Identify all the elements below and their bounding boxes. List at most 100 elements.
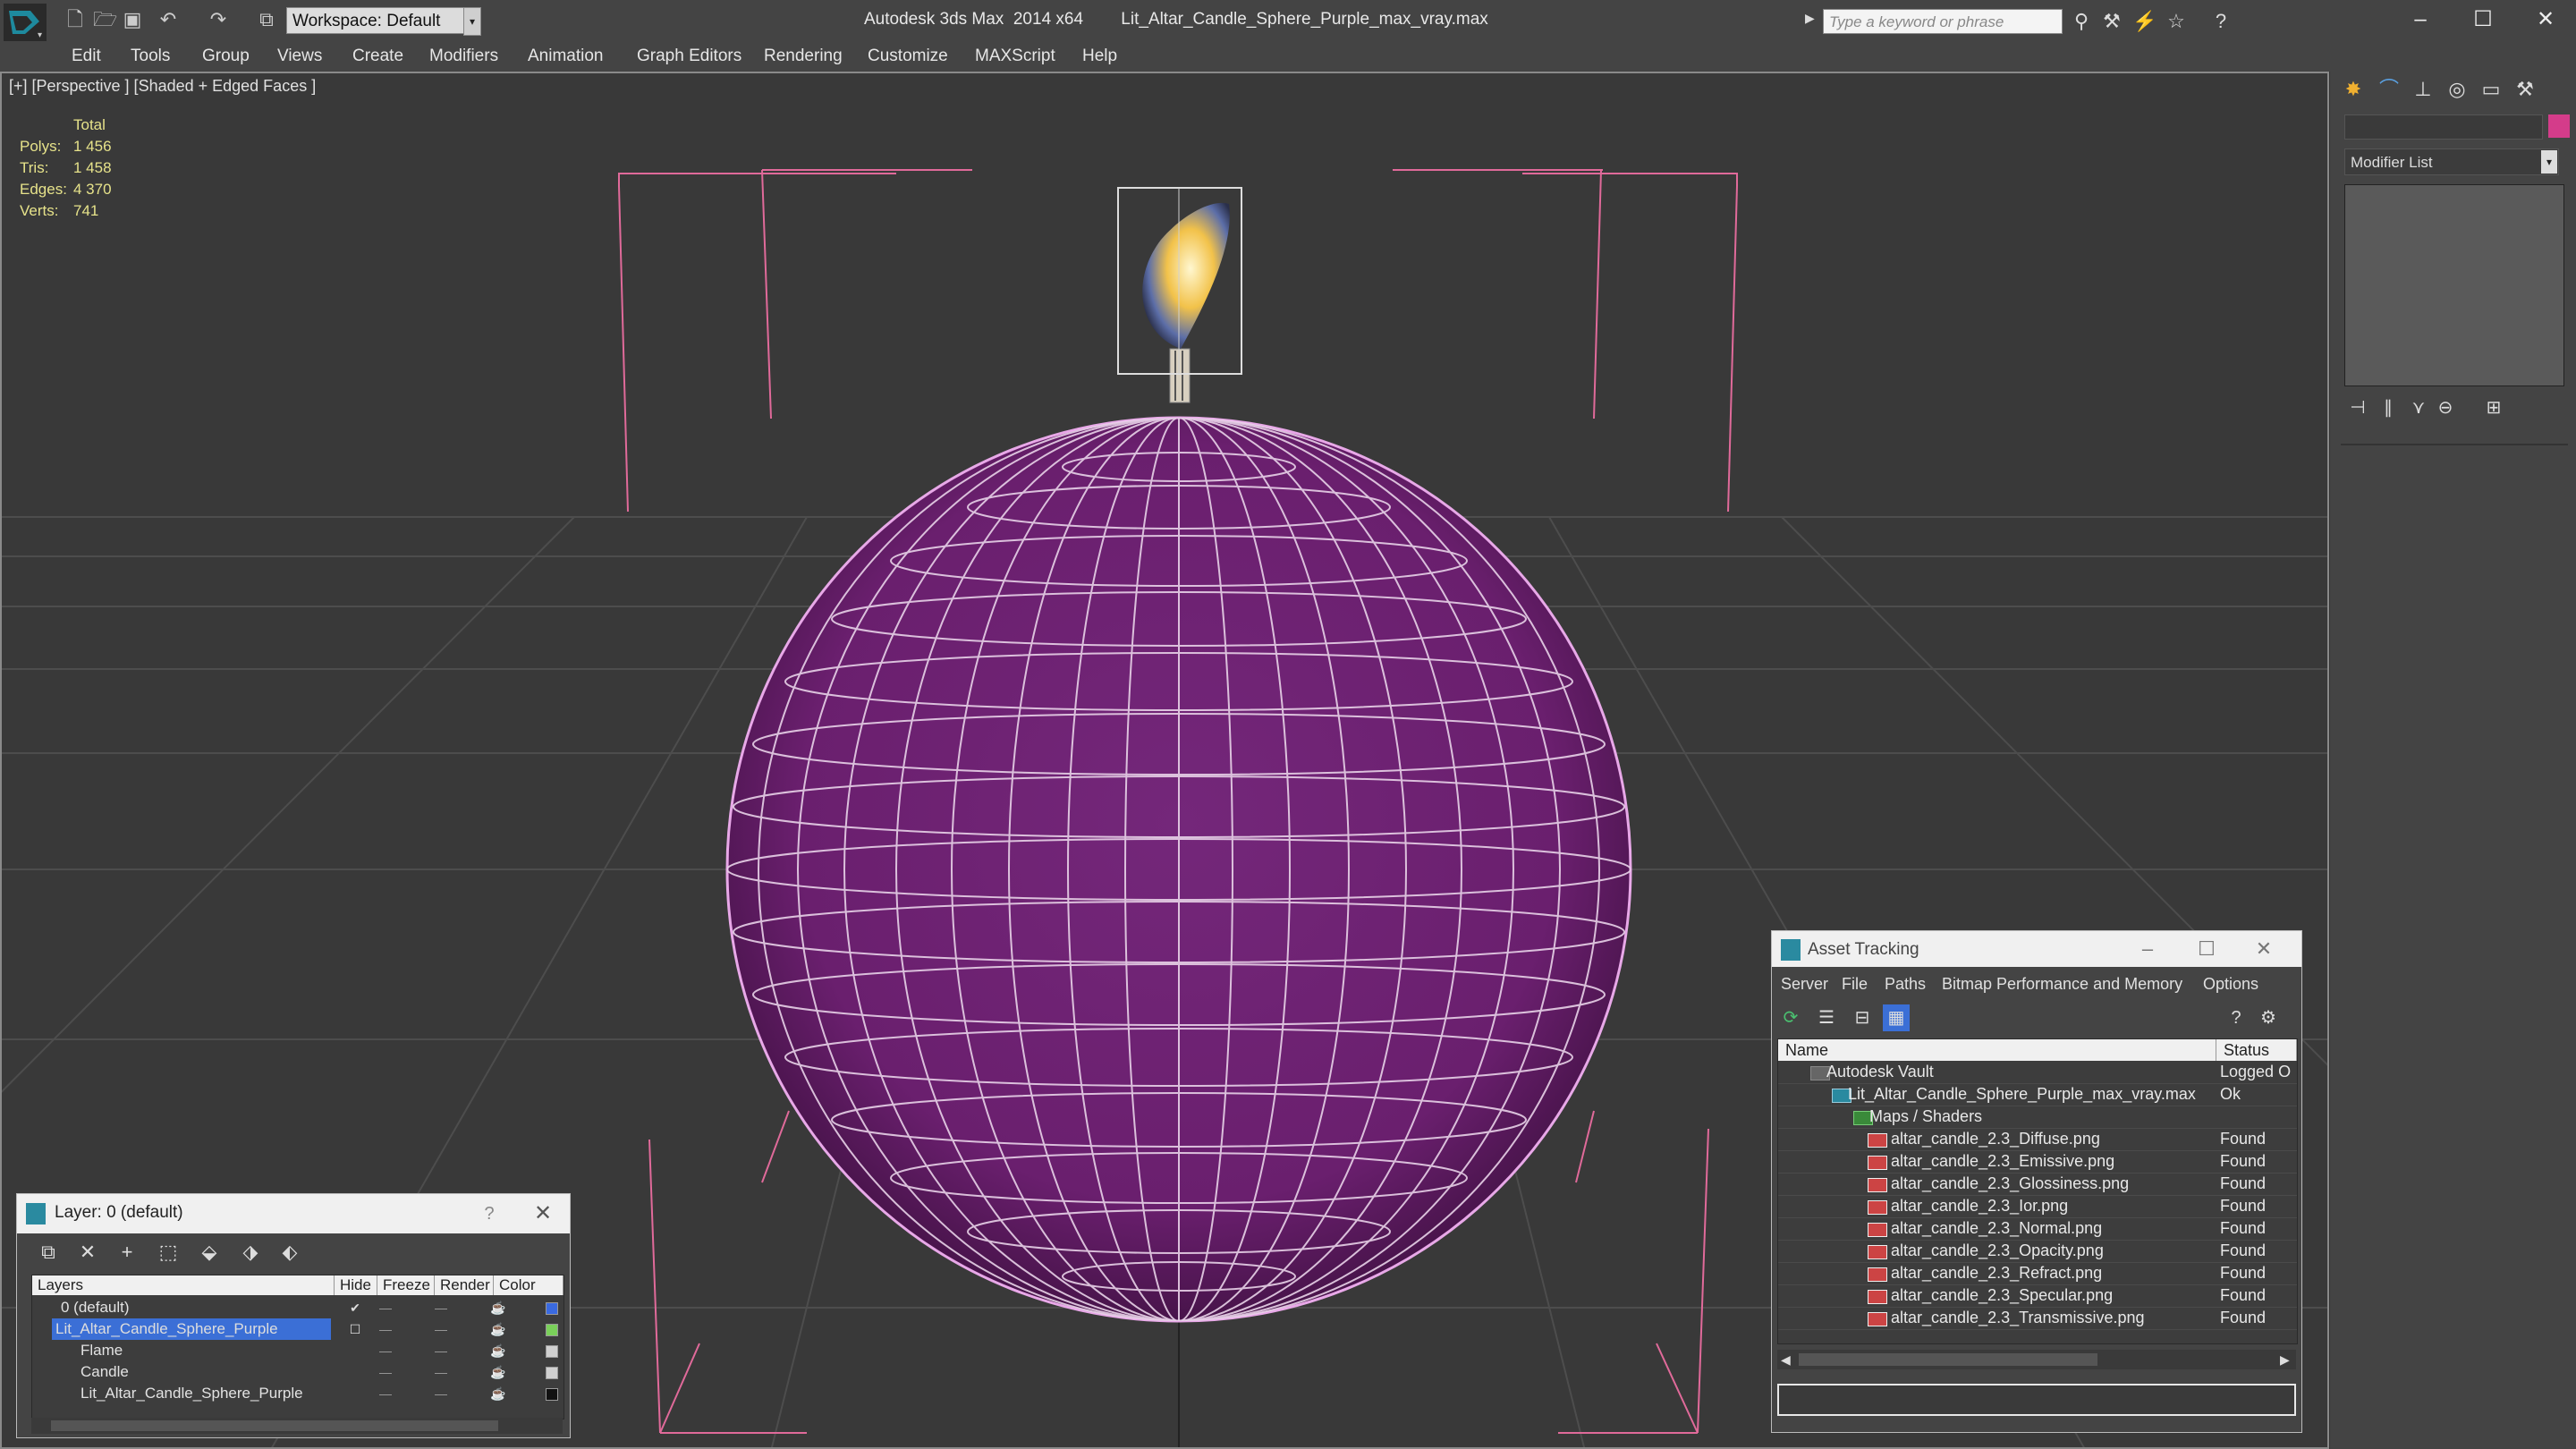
asset-close-icon[interactable]: ✕ xyxy=(2246,935,2282,963)
layer-window-titlebar[interactable]: Layer: 0 (default) ? ✕ xyxy=(17,1194,570,1233)
project-folder-icon[interactable]: ⧉ xyxy=(256,9,277,30)
asset-row[interactable]: altar_candle_2.3_Ior.png Found xyxy=(1778,1195,2297,1218)
modifier-list-arrow[interactable]: ▾ xyxy=(2541,150,2557,174)
binoculars-icon[interactable]: ⚲ xyxy=(2070,11,2093,32)
show-end-result-icon[interactable]: ∥ xyxy=(2375,395,2402,420)
column-layers[interactable]: Layers xyxy=(32,1275,335,1295)
asset-path-field[interactable] xyxy=(1777,1384,2296,1416)
asset-horizontal-scrollbar[interactable]: ◀ ▶ xyxy=(1777,1350,2296,1369)
layer-name[interactable]: Flame xyxy=(77,1340,336,1361)
object-name-field[interactable] xyxy=(2344,114,2543,140)
display-tab-icon[interactable]: ▭ xyxy=(2473,73,2509,106)
freeze-toggle[interactable]: — xyxy=(428,1297,454,1318)
menu-maxscript[interactable]: MAXScript xyxy=(975,41,1055,72)
menu-views[interactable]: Views xyxy=(277,41,322,72)
modifier-stack[interactable] xyxy=(2344,184,2564,386)
asset-row[interactable]: altar_candle_2.3_Transmissive.png Found xyxy=(1778,1307,2297,1330)
motion-tab-icon[interactable]: ◎ xyxy=(2439,73,2475,106)
scroll-left-icon[interactable]: ◀ xyxy=(1781,1350,1791,1369)
current-layer-box-icon[interactable]: ☐ xyxy=(342,1318,369,1340)
asset-row[interactable]: Autodesk Vault Logged O xyxy=(1778,1061,2297,1084)
close-icon[interactable]: ✕ xyxy=(2519,4,2572,36)
search-input[interactable]: Type a keyword or phrase xyxy=(1823,9,2063,34)
tree-view-icon[interactable]: ⊟ xyxy=(1849,1004,1876,1031)
menu-edit[interactable]: Edit xyxy=(72,41,101,72)
scroll-right-icon[interactable]: ▶ xyxy=(2280,1350,2290,1369)
redo-icon[interactable]: ↷ xyxy=(208,9,229,30)
render-teapot-icon[interactable]: ☕ xyxy=(485,1383,512,1404)
column-status[interactable]: Status xyxy=(2216,1039,2297,1061)
layer-name[interactable]: Lit_Altar_Candle_Sphere_Purple xyxy=(52,1318,331,1340)
column-hide[interactable]: Hide xyxy=(335,1275,377,1295)
candle-wick[interactable] xyxy=(1169,348,1191,403)
viewport-label[interactable]: [+] [Perspective ] [Shaded + Edged Faces… xyxy=(9,77,316,96)
menu-tools[interactable]: Tools xyxy=(131,41,170,72)
modify-tab-icon[interactable]: ⌒ xyxy=(2371,73,2407,106)
layer-name[interactable]: Candle xyxy=(77,1361,336,1383)
layer-freeze-all-icon[interactable]: ⬖ xyxy=(276,1239,303,1266)
undo-icon[interactable]: ↶ xyxy=(157,9,179,30)
layer-row[interactable]: 0 (default) ✔ — — ☕ xyxy=(32,1297,564,1318)
utilities-tab-icon[interactable]: ⚒ xyxy=(2507,73,2543,106)
layer-scroll-thumb[interactable] xyxy=(51,1420,498,1431)
asset-menu-file[interactable]: File xyxy=(1842,970,1868,997)
table-view-icon[interactable]: ▦ xyxy=(1883,1004,1910,1031)
exchange-icon[interactable]: ⚡ xyxy=(2132,11,2157,32)
asset-maximize-icon[interactable]: ☐ xyxy=(2189,935,2224,963)
workspace-dropdown[interactable]: Workspace: Default xyxy=(286,7,479,34)
layer-close-icon[interactable]: ✕ xyxy=(525,1199,561,1228)
hide-toggle[interactable]: — xyxy=(372,1318,399,1340)
layer-hide-all-icon[interactable]: ⬗ xyxy=(237,1239,264,1266)
asset-help-icon[interactable]: ? xyxy=(2223,1004,2250,1031)
layer-name[interactable]: Lit_Altar_Candle_Sphere_Purple xyxy=(77,1383,336,1404)
remove-modifier-icon[interactable]: ⊖ xyxy=(2432,395,2459,420)
layer-add-icon[interactable]: + xyxy=(114,1239,140,1266)
refresh-icon[interactable]: ⟳ xyxy=(1777,1004,1804,1031)
asset-menu-options[interactable]: Options xyxy=(2203,970,2258,997)
hide-toggle[interactable]: — xyxy=(372,1340,399,1361)
layer-color-swatch[interactable] xyxy=(546,1324,558,1336)
hide-toggle[interactable]: — xyxy=(372,1383,399,1404)
layer-color-swatch[interactable] xyxy=(546,1345,558,1358)
save-file-icon[interactable]: ▣ xyxy=(122,9,143,30)
freeze-toggle[interactable]: — xyxy=(428,1340,454,1361)
layer-color-swatch[interactable] xyxy=(546,1367,558,1379)
asset-menu-bitmap-performance[interactable]: Bitmap Performance and Memory xyxy=(1942,970,2182,997)
layer-highlight-icon[interactable]: ⬙ xyxy=(196,1239,223,1266)
asset-menu-server[interactable]: Server xyxy=(1781,970,1828,997)
create-tab-icon[interactable]: ✸ xyxy=(2335,73,2371,106)
layer-horizontal-scrollbar[interactable] xyxy=(31,1418,563,1434)
asset-row[interactable]: altar_candle_2.3_Diffuse.png Found xyxy=(1778,1128,2297,1151)
modifier-list-dropdown[interactable]: Modifier List xyxy=(2344,148,2559,175)
asset-row[interactable]: Lit_Altar_Candle_Sphere_Purple_max_vray.… xyxy=(1778,1083,2297,1106)
column-color[interactable]: Color xyxy=(494,1275,564,1295)
asset-row[interactable]: altar_candle_2.3_Normal.png Found xyxy=(1778,1217,2297,1241)
column-freeze[interactable]: Freeze xyxy=(377,1275,435,1295)
maximize-icon[interactable]: ☐ xyxy=(2456,4,2510,36)
layer-row[interactable]: Candle — — ☕ xyxy=(32,1361,564,1383)
asset-row[interactable]: altar_candle_2.3_Emissive.png Found xyxy=(1778,1150,2297,1174)
menu-rendering[interactable]: Rendering xyxy=(764,41,843,72)
freeze-toggle[interactable]: — xyxy=(428,1383,454,1404)
column-render[interactable]: Render xyxy=(435,1275,494,1295)
make-unique-icon[interactable]: ⋎ xyxy=(2405,395,2432,420)
asset-scroll-thumb[interactable] xyxy=(1799,1353,2097,1366)
freeze-toggle[interactable]: — xyxy=(428,1318,454,1340)
candle-flame[interactable] xyxy=(1117,187,1242,375)
layer-color-swatch[interactable] xyxy=(546,1388,558,1401)
hide-toggle[interactable]: — xyxy=(372,1297,399,1318)
workspace-dropdown-arrow[interactable]: ▾ xyxy=(463,7,481,36)
render-teapot-icon[interactable]: ☕ xyxy=(485,1340,512,1361)
tools-icon[interactable]: ⚒ xyxy=(2100,11,2123,32)
layer-help-button[interactable]: ? xyxy=(471,1199,507,1228)
layer-row[interactable]: Flame — — ☕ xyxy=(32,1340,564,1361)
asset-row[interactable]: altar_candle_2.3_Refract.png Found xyxy=(1778,1262,2297,1285)
asset-row[interactable]: altar_candle_2.3_Opacity.png Found xyxy=(1778,1240,2297,1263)
menu-modifiers[interactable]: Modifiers xyxy=(429,41,498,72)
menu-help[interactable]: Help xyxy=(1082,41,1117,72)
freeze-toggle[interactable]: — xyxy=(428,1361,454,1383)
render-teapot-icon[interactable]: ☕ xyxy=(485,1297,512,1318)
layer-name[interactable]: 0 (default) xyxy=(57,1297,352,1318)
search-expand-icon[interactable]: ▶ xyxy=(1805,11,1818,32)
minimize-icon[interactable]: – xyxy=(2394,4,2447,36)
